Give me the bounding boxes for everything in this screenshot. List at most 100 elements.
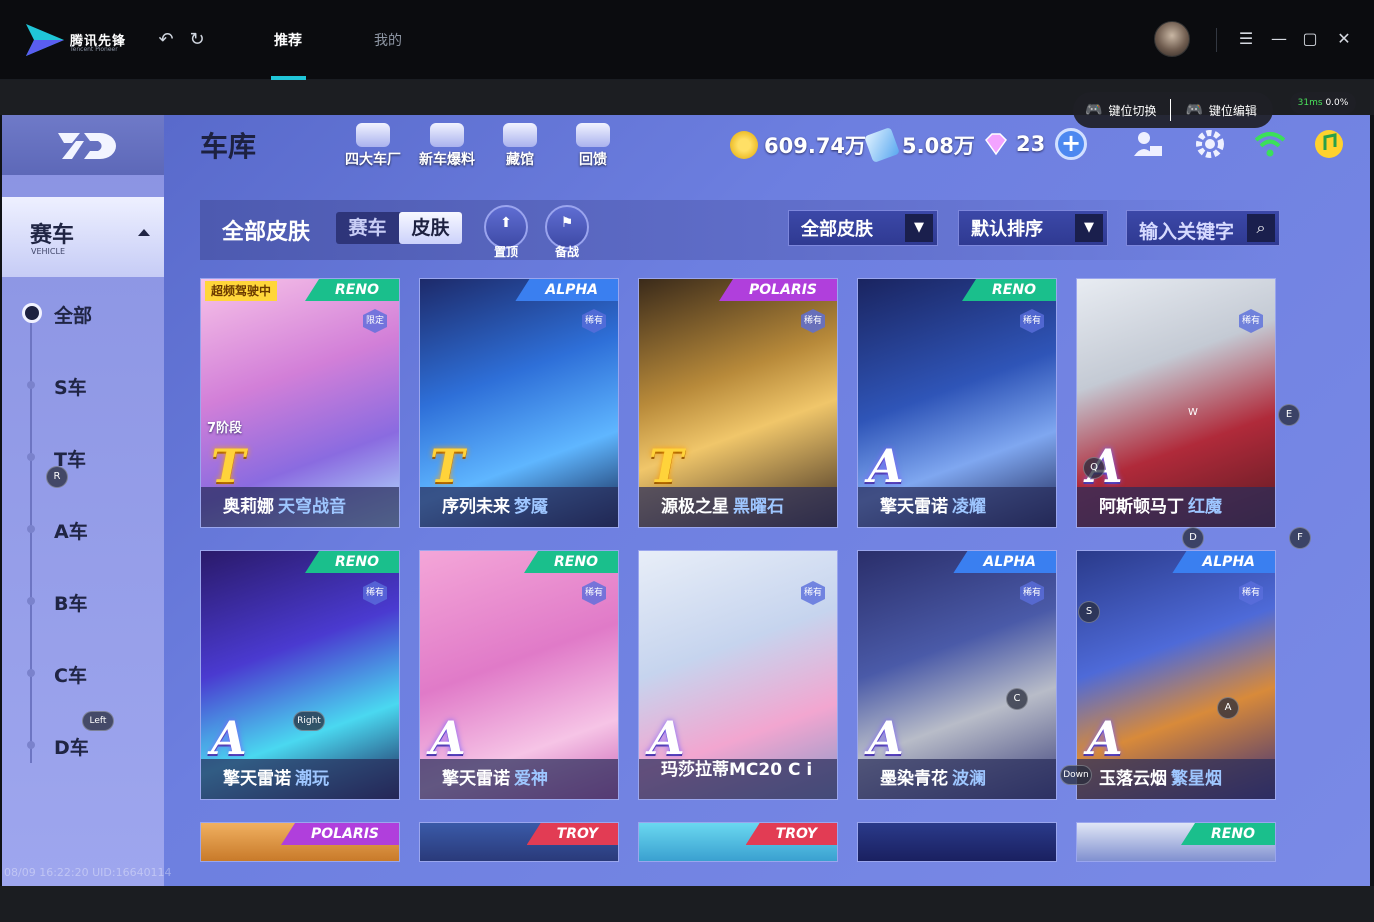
grade-letter: T [430, 439, 465, 493]
key-overlay-down[interactable]: Down [1060, 765, 1092, 785]
skin-card[interactable]: TROY [638, 822, 838, 862]
factory-tag: ALPHA [515, 279, 618, 301]
recharge-button[interactable]: + [1055, 128, 1087, 160]
keymap-edit-button[interactable]: 键位编辑 [1209, 102, 1257, 119]
key-overlay-c[interactable]: C [1006, 688, 1028, 710]
key-overlay-right[interactable]: Right [293, 711, 325, 731]
skin-card[interactable]: 稀有 A 玛莎拉蒂MC20 C i [638, 550, 838, 800]
chevron-down-icon: ▼ [1075, 214, 1103, 242]
skin-card[interactable]: RENO 稀有 A 擎天雷诺 爱神 [419, 550, 619, 800]
skin-card[interactable]: RENO [1076, 822, 1276, 862]
user-avatar[interactable] [1154, 21, 1190, 57]
segment-skin[interactable]: 皮肤 [399, 212, 462, 244]
factory-tag: TROY [745, 823, 837, 845]
close-icon[interactable]: ✕ [1333, 28, 1355, 50]
nav-dot [27, 525, 35, 533]
app-window: 腾讯先锋 Tencent Pioneer ↶ ↻ 推荐 我的 ☰ — ▢ ✕ 赛… [0, 0, 1374, 922]
menu-icon[interactable]: ☰ [1235, 28, 1257, 50]
skin-name: 源极之星 黑曜石 [639, 487, 837, 527]
skin-filter-dropdown[interactable]: 全部皮肤 ▼ [788, 210, 938, 246]
skin-card[interactable]: POLARIS 稀有 T 源极之星 黑曜石 [638, 278, 838, 528]
back-icon[interactable]: ↶ [156, 30, 176, 50]
car-name: 擎天雷诺 [223, 769, 291, 789]
backup-label: 备战 [554, 245, 579, 259]
new-badge-icon [430, 123, 464, 147]
speed-logo-icon [58, 133, 116, 159]
skin-subname: 凌耀 [952, 497, 986, 517]
nav-rewards[interactable]: 回馈 [558, 123, 628, 169]
key-overlay-q[interactable]: Q [1083, 457, 1105, 479]
grade-letter: T [649, 439, 684, 493]
skin-card[interactable]: TROY [419, 822, 619, 862]
key-overlay-d[interactable]: D [1182, 527, 1204, 549]
nav-new-car[interactable]: 新车爆料 [412, 123, 482, 169]
skin-card[interactable]: RENO 超频驾驶中 限定 7阶段 T 奥莉娜 天穹战音 [200, 278, 400, 528]
skin-card[interactable] [857, 822, 1057, 862]
skin-subname: 红魔 [1188, 497, 1222, 517]
maximize-icon[interactable]: ▢ [1299, 28, 1321, 50]
skin-name: 玉落云烟 繁星烟 [1077, 759, 1275, 799]
sidebar-item-d[interactable]: D车 [54, 733, 89, 760]
skin-card[interactable]: RENO 稀有 A 擎天雷诺 凌耀 [857, 278, 1057, 528]
car-name: 序列未来 [442, 497, 510, 517]
ping-value: 31ms [1297, 98, 1323, 108]
refresh-icon[interactable]: ↻ [187, 30, 207, 50]
key-overlay-f[interactable]: F [1289, 527, 1311, 549]
driving-badge: 超频驾驶中 [205, 281, 278, 301]
sort-dropdown[interactable]: 默认排序 ▼ [958, 210, 1108, 246]
skin-subname: 潮玩 [295, 769, 329, 789]
backup-button[interactable]: ⚑ 备战 [545, 205, 589, 259]
car-art [858, 823, 1056, 861]
collapse-arrow-icon[interactable] [138, 229, 150, 236]
factory-tag: ALPHA [953, 551, 1056, 573]
key-overlay-left[interactable]: Left [82, 711, 114, 731]
skin-card[interactable]: POLARIS [200, 822, 400, 862]
key-overlay-s[interactable]: S [1078, 601, 1100, 623]
nav-four-factories[interactable]: 四大车厂 [338, 123, 408, 169]
skin-card[interactable]: ALPHA 稀有 A 玉落云烟 繁星烟 [1076, 550, 1276, 800]
title-bar: 腾讯先锋 Tencent Pioneer ↶ ↻ 推荐 我的 ☰ — ▢ ✕ [0, 0, 1374, 80]
game-view[interactable]: 赛车 VEHICLE 全部 S车 T车 A车 B车 C车 D车 车库 四大车厂 … [2, 115, 1370, 886]
skin-card[interactable]: ALPHA 稀有 T 序列未来 梦魇 [419, 278, 619, 528]
nav-dot [27, 381, 35, 389]
friends-icon[interactable] [1132, 128, 1164, 160]
factory-tag: POLARIS [281, 823, 399, 845]
coupon-icon [864, 127, 900, 163]
category-title: 赛车 [30, 223, 75, 248]
settings-gear-icon[interactable] [1194, 128, 1226, 160]
search-icon[interactable]: ⌕ [1247, 214, 1275, 242]
key-overlay-a[interactable]: A [1217, 697, 1239, 719]
car-name: 擎天雷诺 [880, 497, 948, 517]
segment-car[interactable]: 赛车 [336, 212, 399, 244]
key-overlay-w[interactable]: W [1182, 403, 1204, 425]
nav-active-indicator [22, 303, 42, 323]
sidebar-item-s[interactable]: S车 [54, 373, 87, 400]
search-input[interactable]: 输入关键字 ⌕ [1126, 210, 1280, 246]
car-name: 源极之星 [661, 497, 729, 517]
nav-label: 藏馆 [506, 152, 534, 168]
nav-museum[interactable]: 藏馆 [485, 123, 555, 169]
minimize-icon[interactable]: — [1268, 28, 1290, 50]
sidebar-item-all[interactable]: 全部 [54, 301, 92, 328]
keymap-switch-button[interactable]: 键位切换 [1108, 102, 1156, 119]
gift-icon [576, 123, 610, 147]
category-vehicle[interactable]: 赛车 VEHICLE [2, 197, 164, 277]
skin-card[interactable]: 稀有A阿斯顿马丁红魔 [1076, 278, 1276, 528]
factory-icon [356, 123, 390, 147]
sidebar-item-b[interactable]: B车 [54, 589, 87, 616]
key-overlay-e[interactable]: E [1278, 404, 1300, 426]
filter-title: 全部皮肤 [222, 220, 311, 245]
tab-mine[interactable]: 我的 [374, 30, 402, 50]
nav-label: 四大车厂 [345, 152, 401, 168]
key-overlay-r[interactable]: R [46, 466, 68, 488]
skin-card[interactable]: RENO 稀有 A 擎天雷诺 潮玩 [200, 550, 400, 800]
sidebar-item-c[interactable]: C车 [54, 661, 87, 688]
factory-tag: ALPHA [1172, 551, 1275, 573]
skin-card[interactable]: ALPHA 稀有 A 墨染青花 波澜 [857, 550, 1057, 800]
tab-recommend[interactable]: 推荐 [274, 30, 302, 50]
sidebar-item-a[interactable]: A车 [54, 517, 88, 544]
pin-top-button[interactable]: ⬆ 置顶 [484, 205, 528, 259]
diamond-balance: 23 [982, 130, 1045, 158]
factory-tag: POLARIS [719, 279, 837, 301]
music-icon[interactable] [1313, 128, 1345, 160]
